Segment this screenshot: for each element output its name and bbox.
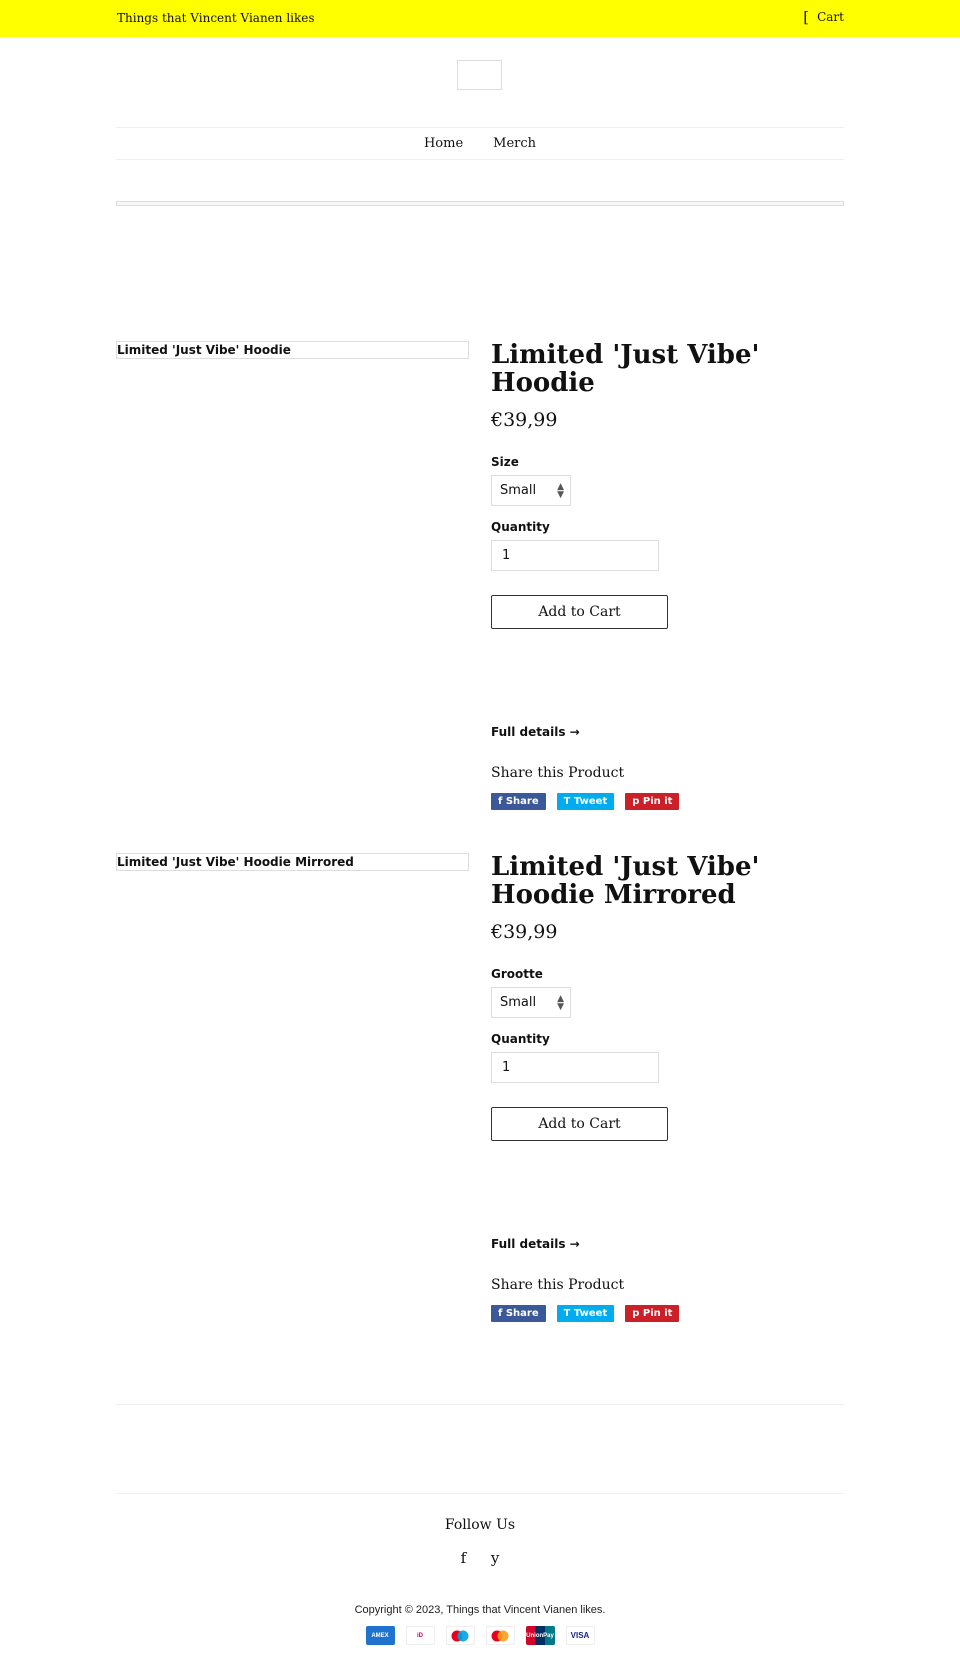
pinterest-pin-button[interactable]: p Pin it bbox=[625, 793, 680, 810]
product-image[interactable]: Limited 'Just Vibe' Hoodie bbox=[116, 341, 469, 359]
product-price: €39,99 bbox=[491, 409, 558, 431]
cart-label: Cart bbox=[817, 10, 844, 24]
size-label: Grootte bbox=[491, 967, 543, 981]
divider bbox=[116, 1493, 844, 1494]
cart-icon: [ bbox=[803, 8, 810, 26]
social-links: f y bbox=[0, 1549, 960, 1567]
product-info: Limited 'Just Vibe' Hoodie Mirrored €39,… bbox=[491, 853, 844, 1322]
share-buttons: f Share T Tweet p Pin it bbox=[491, 1305, 844, 1322]
product-price: €39,99 bbox=[491, 921, 558, 943]
store-name[interactable]: Things that Vincent Vianen likes bbox=[117, 11, 315, 25]
add-to-cart-button[interactable]: Add to Cart bbox=[491, 595, 668, 629]
facebook-icon[interactable]: f bbox=[461, 1549, 467, 1567]
mastercard-icon bbox=[485, 1626, 515, 1645]
facebook-share-button[interactable]: f Share bbox=[491, 1305, 546, 1322]
ideal-icon: iD bbox=[405, 1626, 435, 1645]
size-value: Small bbox=[500, 483, 537, 498]
select-arrows-icon: ▲ ▼ bbox=[557, 481, 564, 500]
full-details-link[interactable]: Full details → bbox=[491, 725, 844, 739]
cart-link[interactable]: [ Cart bbox=[803, 8, 844, 26]
quantity-input[interactable]: 1 bbox=[491, 540, 659, 571]
unionpay-icon: UnionPay bbox=[525, 1626, 555, 1645]
facebook-share-button[interactable]: f Share bbox=[491, 793, 546, 810]
maestro-icon bbox=[445, 1626, 475, 1645]
quantity-input[interactable]: 1 bbox=[491, 1052, 659, 1083]
size-select[interactable]: Small ▲ ▼ bbox=[491, 475, 571, 506]
divider bbox=[116, 1404, 844, 1405]
product-image[interactable]: Limited 'Just Vibe' Hoodie Mirrored bbox=[116, 853, 469, 871]
size-value: Small bbox=[500, 995, 537, 1010]
product-title: Limited 'Just Vibe' Hoodie bbox=[491, 340, 760, 398]
quantity-label: Quantity bbox=[491, 520, 550, 534]
amex-icon: AMEX bbox=[365, 1626, 395, 1645]
product-info: Limited 'Just Vibe' Hoodie €39,99 Size S… bbox=[491, 341, 844, 810]
youtube-icon[interactable]: y bbox=[491, 1549, 499, 1567]
add-to-cart-button[interactable]: Add to Cart bbox=[491, 1107, 668, 1141]
share-heading: Share this Product bbox=[491, 1277, 625, 1293]
copyright: Copyright © 2023, Things that Vincent Vi… bbox=[354, 1604, 606, 1616]
product-title: Limited 'Just Vibe' Hoodie Mirrored bbox=[491, 852, 760, 910]
size-label: Size bbox=[491, 455, 519, 469]
quantity-label: Quantity bbox=[491, 1032, 550, 1046]
visa-icon: VISA bbox=[565, 1626, 595, 1645]
select-arrows-icon: ▲ ▼ bbox=[557, 993, 564, 1012]
full-details-link[interactable]: Full details → bbox=[491, 1237, 844, 1251]
pinterest-pin-button[interactable]: p Pin it bbox=[625, 1305, 680, 1322]
nav-item-merch[interactable]: Merch bbox=[493, 136, 536, 151]
announcement-bar: Things that Vincent Vianen likes [ Cart bbox=[0, 0, 960, 37]
main-nav: Home Merch bbox=[116, 127, 844, 160]
payment-icons: AMEX iD UnionPay VISA bbox=[0, 1626, 960, 1645]
twitter-tweet-button[interactable]: T Tweet bbox=[556, 793, 615, 810]
twitter-tweet-button[interactable]: T Tweet bbox=[556, 1305, 615, 1322]
size-select[interactable]: Small ▲ ▼ bbox=[491, 987, 571, 1018]
divider bbox=[116, 201, 844, 206]
share-buttons: f Share T Tweet p Pin it bbox=[491, 793, 844, 810]
store-logo[interactable] bbox=[457, 60, 502, 90]
share-heading: Share this Product bbox=[491, 765, 625, 781]
nav-item-home[interactable]: Home bbox=[424, 136, 463, 151]
follow-heading: Follow Us bbox=[444, 1517, 516, 1533]
